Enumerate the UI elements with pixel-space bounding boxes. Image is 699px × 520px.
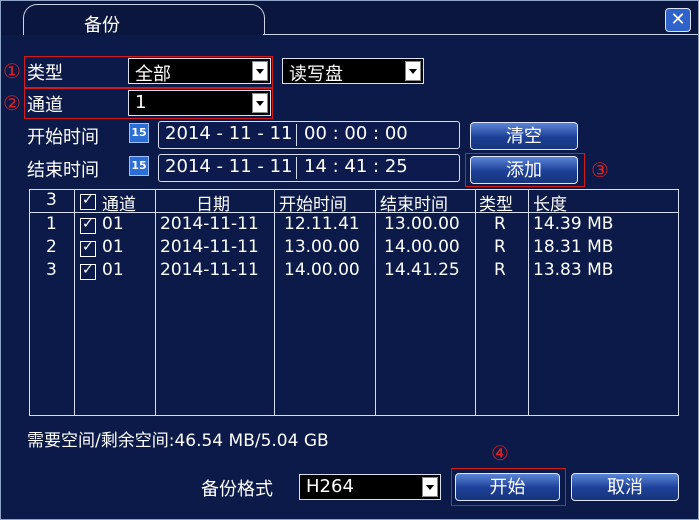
start-time-value[interactable]: 00 : 00 : 00 xyxy=(304,123,408,144)
column-divider xyxy=(475,190,476,415)
cancel-button[interactable]: 取消 xyxy=(571,473,679,501)
header-start-time[interactable]: 开始时间 xyxy=(279,190,347,215)
start-time-label: 开始时间 xyxy=(27,127,99,148)
clear-button[interactable]: 清空 xyxy=(470,122,578,150)
header-channel[interactable]: 通道 xyxy=(102,190,136,215)
row-date[interactable]: 2014-11-11 xyxy=(160,214,259,234)
title-tab: 备份 xyxy=(23,4,265,36)
column-divider xyxy=(528,190,529,415)
row-end-time[interactable]: 14.00.00 xyxy=(384,237,460,257)
disk-select[interactable]: 读写盘 xyxy=(282,58,424,85)
dialog-title: 备份 xyxy=(84,15,120,36)
select-all-checkbox[interactable] xyxy=(80,192,96,210)
channel-select[interactable]: 1 xyxy=(128,90,271,116)
row-start-time[interactable]: 12.11.41 xyxy=(284,214,360,234)
column-divider xyxy=(155,190,156,415)
end-time-value[interactable]: 14 : 41 : 25 xyxy=(304,156,408,177)
row-date[interactable]: 2014-11-11 xyxy=(160,260,259,280)
backup-file-table: 3 通道 日期 开始时间 结束时间 类型 长度 1 01 2014-11-11 … xyxy=(29,189,679,416)
column-divider xyxy=(375,190,376,415)
row-channel[interactable]: 01 xyxy=(102,260,124,280)
chevron-down-icon xyxy=(422,477,438,497)
row-start-time[interactable]: 14.00.00 xyxy=(284,260,360,280)
start-date-value[interactable]: 2014 - 11 - 11 xyxy=(165,123,293,144)
end-date-value[interactable]: 2014 - 11 - 11 xyxy=(165,156,293,177)
end-time-label: 结束时间 xyxy=(27,160,99,181)
row-size[interactable]: 14.39 MB xyxy=(533,214,613,234)
datetime-divider xyxy=(296,157,297,179)
type-select-value: 全部 xyxy=(135,64,171,85)
format-select[interactable]: H264 xyxy=(299,474,441,500)
space-info: 需要空间/剩余空间:46.54 MB/5.04 GB xyxy=(27,431,329,451)
type-label: 类型 xyxy=(27,63,63,84)
row-start-time[interactable]: 13.00.00 xyxy=(284,237,360,257)
column-divider xyxy=(274,190,275,415)
format-select-value: H264 xyxy=(306,476,354,497)
row-number[interactable]: 1 xyxy=(46,214,57,234)
row-end-time[interactable]: 14.41.25 xyxy=(384,260,460,280)
channel-select-value: 1 xyxy=(135,92,147,113)
row-date[interactable]: 2014-11-11 xyxy=(160,237,259,257)
header-end-time[interactable]: 结束时间 xyxy=(380,190,448,215)
row-number[interactable]: 2 xyxy=(46,237,57,257)
row-channel[interactable]: 01 xyxy=(102,214,124,234)
start-button[interactable]: 开始 xyxy=(455,473,560,501)
row-checkbox[interactable] xyxy=(80,216,96,234)
calendar-icon[interactable]: 15 xyxy=(129,123,149,143)
backup-dialog: 备份 ✕ ① 类型 全部 读写盘 ② 通道 1 开始时间 15 2014 - 1… xyxy=(0,0,699,520)
header-count: 3 xyxy=(46,190,57,210)
end-datetime-field[interactable]: 2014 - 11 - 11 14 : 41 : 25 xyxy=(158,154,460,182)
annotation-3: ③ xyxy=(591,158,609,182)
datetime-divider xyxy=(296,124,297,146)
chevron-down-icon xyxy=(252,61,268,81)
header-date[interactable]: 日期 xyxy=(196,190,230,215)
row-type[interactable]: R xyxy=(494,260,506,280)
close-button[interactable]: ✕ xyxy=(665,8,691,32)
chevron-down-icon xyxy=(405,61,421,81)
title-divider xyxy=(263,34,698,35)
row-size[interactable]: 18.31 MB xyxy=(533,237,613,257)
annotation-2: ② xyxy=(3,91,21,115)
row-channel[interactable]: 01 xyxy=(102,237,124,257)
start-datetime-field[interactable]: 2014 - 11 - 11 00 : 00 : 00 xyxy=(158,121,460,149)
header-type[interactable]: 类型 xyxy=(479,190,513,215)
row-checkbox[interactable] xyxy=(80,239,96,257)
row-size[interactable]: 13.83 MB xyxy=(533,260,613,280)
row-checkbox[interactable] xyxy=(80,262,96,280)
column-divider xyxy=(74,190,75,415)
row-number[interactable]: 3 xyxy=(46,260,57,280)
annotation-1: ① xyxy=(3,59,21,83)
row-end-time[interactable]: 13.00.00 xyxy=(384,214,460,234)
calendar-icon[interactable]: 15 xyxy=(129,156,149,176)
disk-select-value: 读写盘 xyxy=(289,64,343,85)
row-type[interactable]: R xyxy=(494,237,506,257)
chevron-down-icon xyxy=(252,93,268,113)
annotation-4: ④ xyxy=(491,441,509,465)
add-button[interactable]: 添加 xyxy=(470,156,578,184)
header-size[interactable]: 长度 xyxy=(533,190,567,215)
format-label: 备份格式 xyxy=(201,479,273,500)
row-type[interactable]: R xyxy=(494,214,506,234)
channel-label: 通道 xyxy=(27,95,63,116)
type-select[interactable]: 全部 xyxy=(128,58,271,85)
